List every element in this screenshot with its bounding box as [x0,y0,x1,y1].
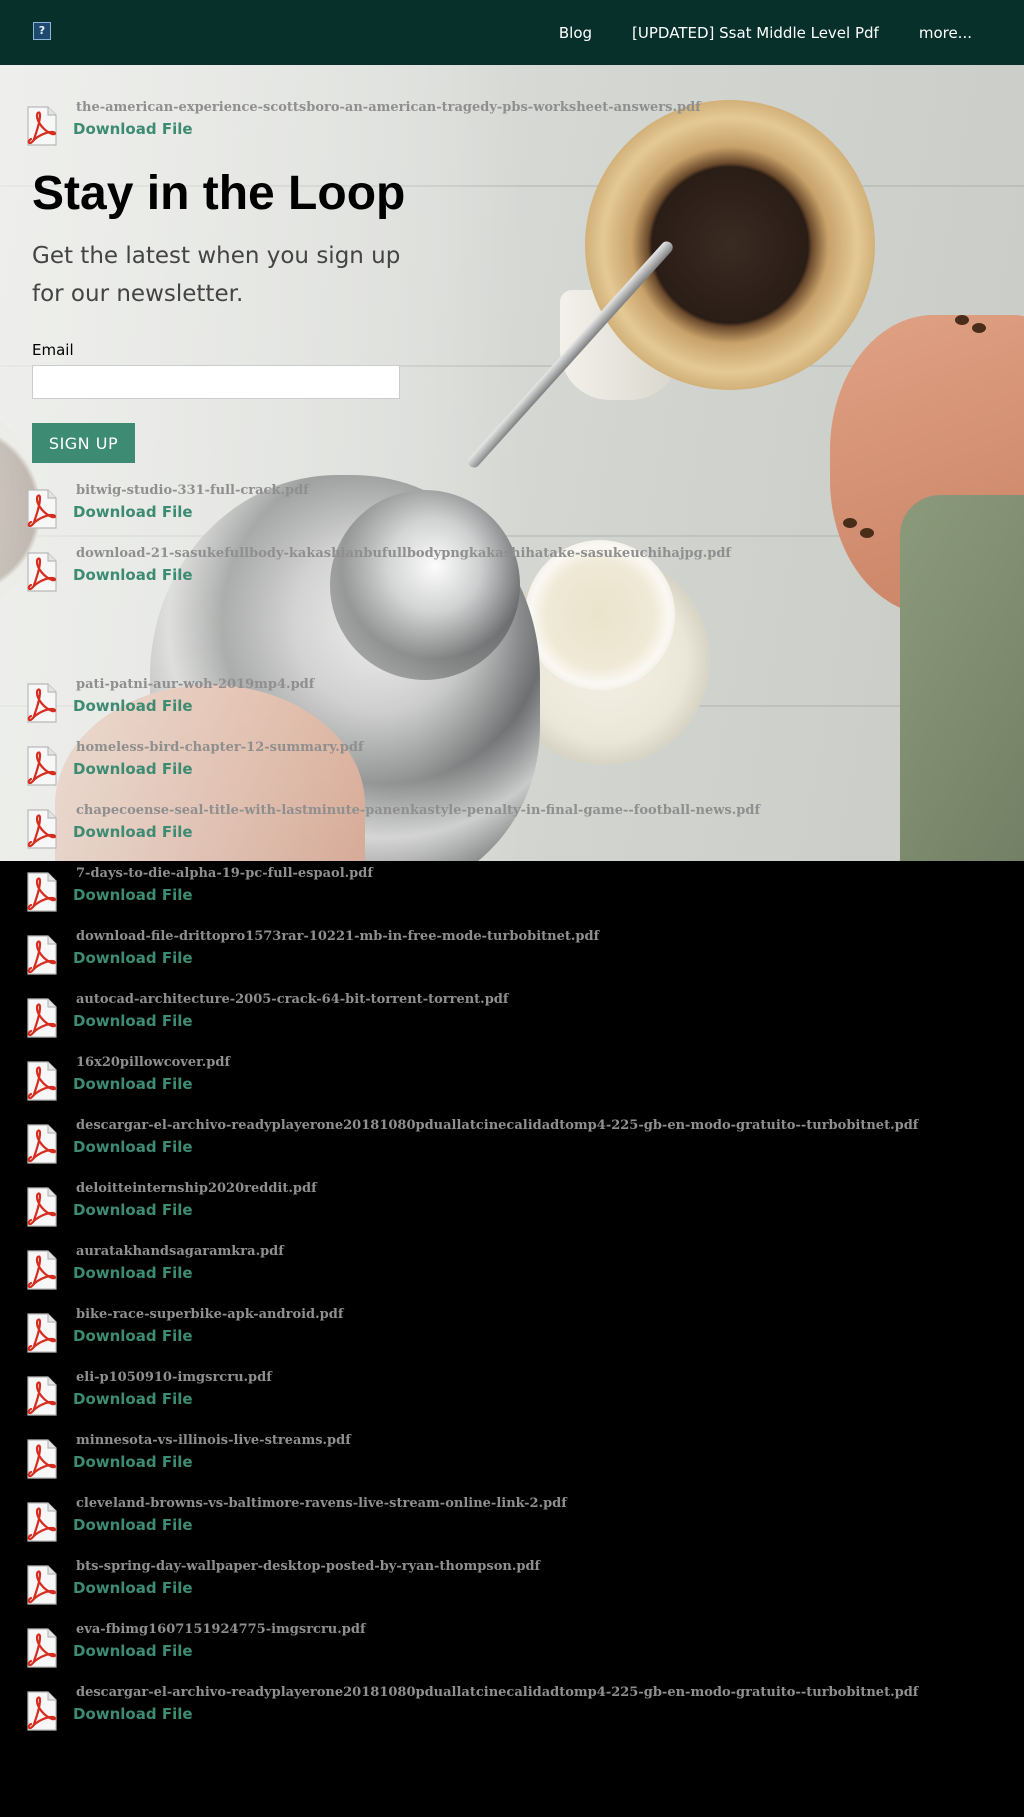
pdf-icon [25,1313,58,1353]
broken-image-icon[interactable]: ? [33,22,51,40]
download-file-link[interactable]: Download File [73,760,193,778]
file-name: descargar-el-archivo-readyplayerone20181… [76,1118,919,1133]
coffee-bean-image [860,528,874,538]
pdf-icon [25,1502,58,1542]
file-name: bike-race-superbike-apk-android.pdf [76,1307,344,1322]
pdf-icon [25,746,58,786]
newsletter-subtitle: Get the latest when you sign up for our … [32,243,401,307]
nav-link-blog[interactable]: Blog [559,24,592,42]
download-file-link[interactable]: Download File [73,1264,193,1282]
sign-up-button[interactable]: SIGN UP [32,423,135,463]
pdf-icon [25,683,58,723]
download-file-link[interactable]: Download File [73,1453,193,1471]
file-name: cleveland-browns-vs-baltimore-ravens-liv… [76,1496,567,1511]
pdf-icon [25,1439,58,1479]
file-name: download-21-sasukefullbody-kakashianbufu… [76,546,732,561]
download-file-link[interactable]: Download File [73,1012,193,1030]
file-name: chapecoense-seal-title-with-lastminute-p… [76,803,761,818]
nav-link-ssat-pdf[interactable]: [UPDATED] Ssat Middle Level Pdf [632,24,879,42]
download-file-link[interactable]: Download File [73,823,193,841]
download-file-link[interactable]: Download File [73,697,193,715]
pdf-icon [25,872,58,912]
email-field[interactable] [32,365,400,399]
coffee-bean-image [955,315,969,325]
download-file-link[interactable]: Download File [73,503,193,521]
coffee-bean-image [843,518,857,528]
download-file-link[interactable]: Download File [73,1642,193,1660]
newsletter-form: Stay in the Loop Get the latest when you… [32,165,412,463]
file-name: eva-fbimg1607151924775-imgsrcru.pdf [76,1622,366,1637]
coffee-dripper-image [585,100,875,390]
download-file-link[interactable]: Download File [73,1327,193,1345]
file-name: 16x20pillowcover.pdf [76,1055,231,1070]
pdf-icon [25,1376,58,1416]
file-name: bts-spring-day-wallpaper-desktop-posted-… [76,1559,541,1574]
file-name: minnesota-vs-illinois-live-streams.pdf [76,1433,351,1448]
pdf-icon [25,1124,58,1164]
pdf-icon [25,1628,58,1668]
cup-image [525,540,675,690]
pdf-icon [25,998,58,1038]
download-file-link[interactable]: Download File [73,1201,193,1219]
top-nav: ? Blog [UPDATED] Ssat Middle Level Pdf m… [0,0,1024,65]
download-file-link[interactable]: Download File [73,1516,193,1534]
download-file-link[interactable]: Download File [73,949,193,967]
pdf-icon [25,106,58,146]
download-file-link[interactable]: Download File [73,566,193,584]
sleeve-image [900,495,1024,861]
pdf-icon [25,1187,58,1227]
coffee-bean-image [972,323,986,333]
nav-links: Blog [UPDATED] Ssat Middle Level Pdf mor… [519,0,972,65]
email-label: Email [32,341,74,359]
pdf-icon [25,1691,58,1731]
pdf-icon [25,552,58,592]
download-file-link[interactable]: Download File [73,120,193,138]
pdf-icon [25,935,58,975]
pdf-icon [25,1250,58,1290]
download-file-link[interactable]: Download File [73,886,193,904]
download-file-link[interactable]: Download File [73,1138,193,1156]
file-name: descargar-el-archivo-readyplayerone20181… [76,1685,919,1700]
file-name: 7-days-to-die-alpha-19-pc-full-espaol.pd… [76,866,373,881]
nav-link-more[interactable]: more... [919,24,972,42]
file-name: download-file-drittopro1573rar-10221-mb-… [76,929,600,944]
file-name: deloitteinternship2020reddit.pdf [76,1181,317,1196]
file-name: pati-patni-aur-woh-2019mp4.pdf [76,677,315,692]
file-name: auratakhandsagaramkra.pdf [76,1244,284,1259]
download-file-link[interactable]: Download File [73,1075,193,1093]
download-file-link[interactable]: Download File [73,1390,193,1408]
pdf-icon [25,1565,58,1605]
file-name: bitwig-studio-331-full-crack.pdf [76,483,309,498]
pdf-icon [25,489,58,529]
file-name: the-american-experience-scottsboro-an-am… [76,100,701,115]
newsletter-title: Stay in the Loop [32,167,406,220]
pdf-icon [25,809,58,849]
file-name: autocad-architecture-2005-crack-64-bit-t… [76,992,509,1007]
file-name: homeless-bird-chapter-12-summary.pdf [76,740,364,755]
pdf-icon [25,1061,58,1101]
file-name: eli-p1050910-imgsrcru.pdf [76,1370,272,1385]
download-file-link[interactable]: Download File [73,1705,193,1723]
download-file-link[interactable]: Download File [73,1579,193,1597]
